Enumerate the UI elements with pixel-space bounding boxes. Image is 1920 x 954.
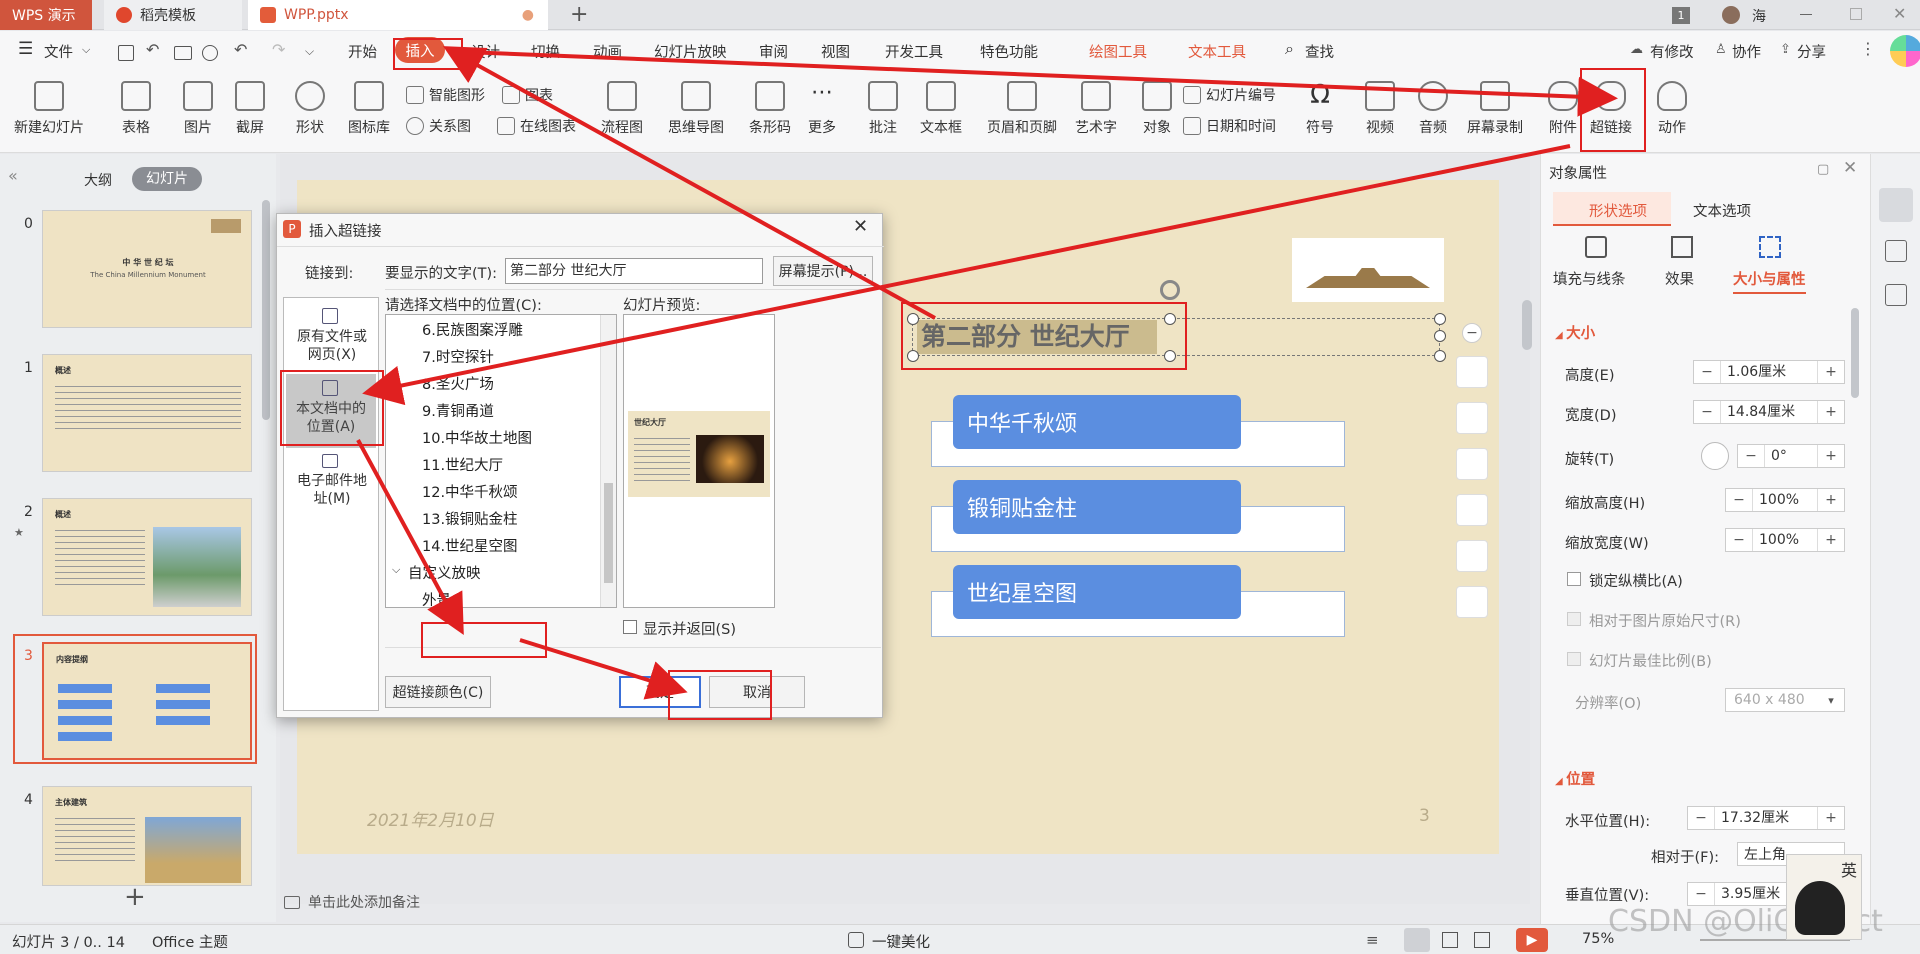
arrow-heading-to-insert	[442, 46, 936, 320]
arrow-hyperlink-to-this-document	[362, 144, 1571, 406]
arrow-this-document-to-hall	[356, 439, 464, 636]
arrow-insert-to-hyperlink	[464, 50, 1618, 117]
annotation-arrows	[356, 46, 1618, 700]
arrow-hall-to-ok	[519, 638, 688, 700]
